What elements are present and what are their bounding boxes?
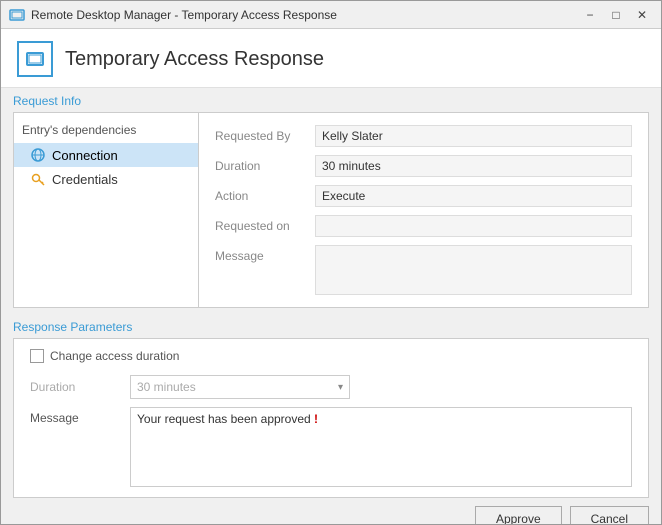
response-params-label: Response Parameters (1, 314, 661, 338)
maximize-button[interactable]: □ (605, 4, 627, 26)
message-label: Message (215, 245, 315, 263)
main-window: Remote Desktop Manager - Temporary Acces… (0, 0, 662, 525)
response-message-label: Message (30, 407, 130, 425)
connection-icon (30, 147, 46, 163)
approved-text-main: Your request has been approved (137, 412, 314, 426)
change-access-label: Change access duration (50, 349, 179, 363)
requested-on-value (315, 215, 632, 237)
tree-item-connection[interactable]: Connection (14, 143, 198, 167)
response-duration-label: Duration (30, 380, 130, 394)
response-message-textarea[interactable]: Your request has been approved ! (130, 407, 632, 487)
approve-button[interactable]: Approve (475, 506, 562, 524)
action-value: Execute (315, 185, 632, 207)
tree-item-connection-label: Connection (52, 148, 118, 163)
details-panel: Requested By Kelly Slater Duration 30 mi… (199, 113, 648, 307)
request-info-section: Request Info Entry's dependencies (1, 88, 661, 308)
footer-buttons: Approve Cancel (1, 498, 661, 524)
approved-text: Your request has been approved ! (137, 412, 318, 426)
request-info-label: Request Info (1, 88, 661, 112)
content-area: Request Info Entry's dependencies (1, 88, 661, 524)
requested-by-label: Requested By (215, 125, 315, 143)
app-icon (9, 7, 25, 23)
close-button[interactable]: ✕ (631, 4, 653, 26)
titlebar: Remote Desktop Manager - Temporary Acces… (1, 1, 661, 29)
requested-by-value: Kelly Slater (315, 125, 632, 147)
dialog-header: Temporary Access Response (1, 29, 661, 88)
message-value (315, 245, 632, 295)
header-icon (17, 41, 53, 77)
response-body: Change access duration Duration 30 minut… (13, 338, 649, 498)
approved-exclamation: ! (314, 412, 318, 426)
duration-row: Duration 30 minutes (215, 155, 632, 177)
tree-header: Entry's dependencies (14, 119, 198, 143)
tree-item-credentials-label: Credentials (52, 172, 118, 187)
window-title: Remote Desktop Manager - Temporary Acces… (31, 8, 579, 22)
action-label: Action (215, 185, 315, 203)
response-message-row: Message Your request has been approved ! (30, 407, 632, 487)
request-info-body: Entry's dependencies Connection (13, 112, 649, 308)
requested-on-row: Requested on (215, 215, 632, 237)
change-access-checkbox[interactable] (30, 349, 44, 363)
action-row: Action Execute (215, 185, 632, 207)
message-row: Message (215, 245, 632, 295)
cancel-button[interactable]: Cancel (570, 506, 649, 524)
key-icon (30, 171, 46, 187)
duration-label: Duration (215, 155, 315, 173)
window-controls: − □ ✕ (579, 4, 653, 26)
response-duration-value: 30 minutes (137, 380, 196, 394)
dialog-title: Temporary Access Response (65, 48, 324, 71)
response-duration-row: Duration 30 minutes ▾ (30, 375, 632, 399)
tree-item-credentials[interactable]: Credentials (14, 167, 198, 191)
minimize-button[interactable]: − (579, 4, 601, 26)
chevron-down-icon: ▾ (338, 382, 343, 393)
response-params-section: Response Parameters Change access durati… (1, 314, 661, 498)
tree-panel: Entry's dependencies Connection (14, 113, 199, 307)
duration-value: 30 minutes (315, 155, 632, 177)
requested-by-row: Requested By Kelly Slater (215, 125, 632, 147)
response-duration-select[interactable]: 30 minutes ▾ (130, 375, 350, 399)
change-access-row: Change access duration (30, 349, 632, 363)
requested-on-label: Requested on (215, 215, 315, 233)
